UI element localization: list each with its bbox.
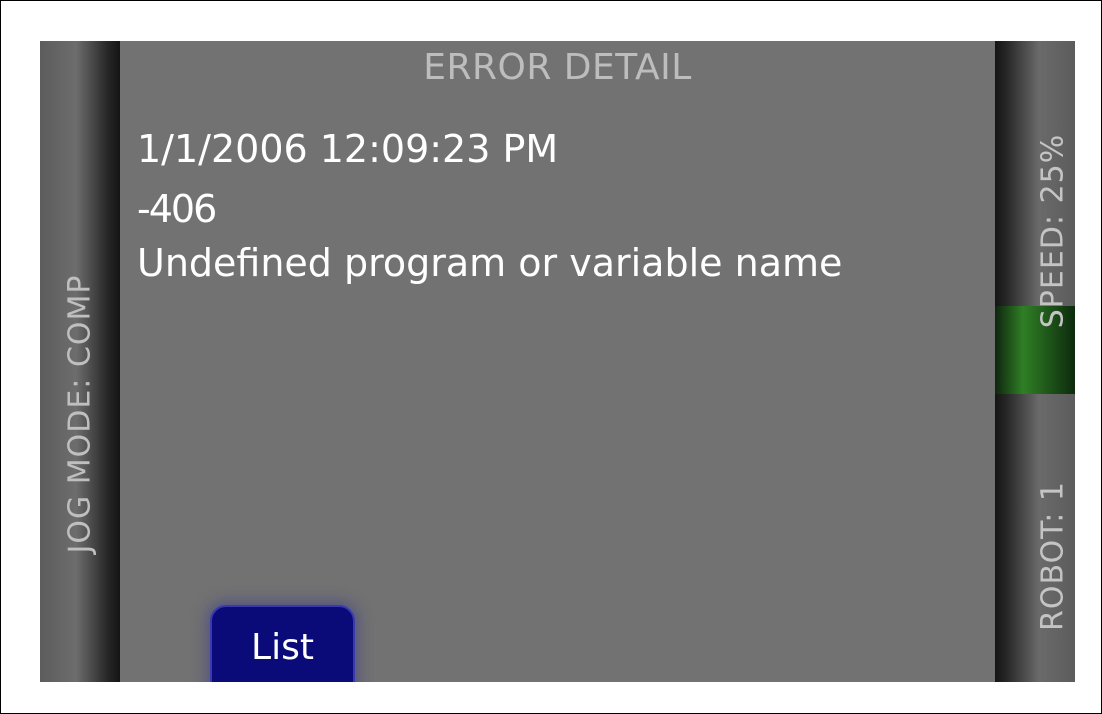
speed-label[interactable]: SPEED: 25%: [1036, 134, 1071, 328]
list-button-label: List: [251, 627, 314, 668]
error-message: Undefined program or variable name: [137, 241, 843, 285]
error-detail-panel: ERROR DETAIL 1/1/2006 12:09:23 PM -406 U…: [120, 41, 995, 682]
page-title: ERROR DETAIL: [423, 47, 692, 88]
list-button[interactable]: List: [210, 605, 355, 682]
robot-label[interactable]: ROBOT: 1: [1036, 481, 1071, 631]
jog-mode-bar[interactable]: JOG MODE: COMP: [40, 41, 120, 682]
error-timestamp: 1/1/2006 12:09:23 PM: [137, 127, 559, 171]
jog-mode-label: JOG MODE: COMP: [62, 274, 98, 554]
outer-frame: JOG MODE: COMP ERROR DETAIL 1/1/2006 12:…: [0, 0, 1102, 714]
pendant-screen: JOG MODE: COMP ERROR DETAIL 1/1/2006 12:…: [40, 41, 1075, 682]
error-code: -406: [137, 187, 217, 231]
